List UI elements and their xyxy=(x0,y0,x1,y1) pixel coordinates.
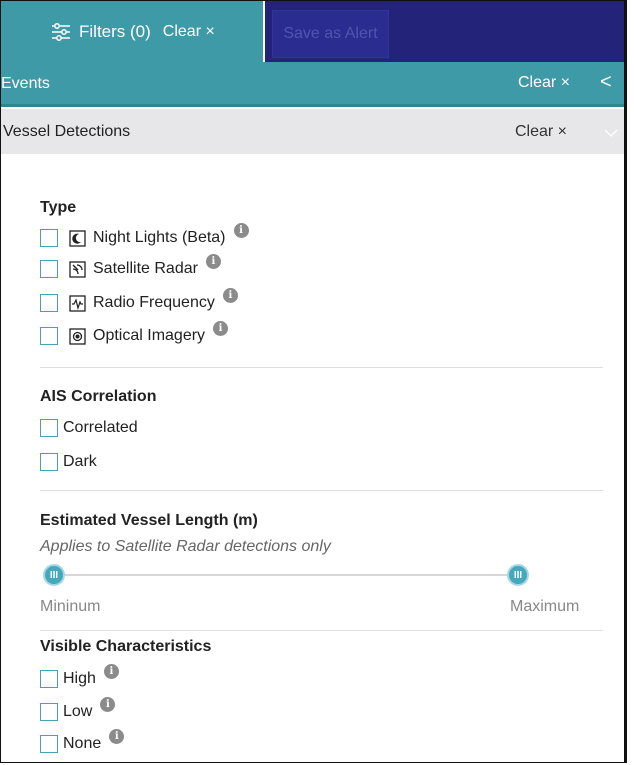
events-label: Events xyxy=(1,75,50,92)
ais-section-title: AIS Correlation xyxy=(40,388,157,405)
info-icon[interactable]: i xyxy=(233,222,249,238)
dark-checkbox[interactable] xyxy=(40,453,58,471)
night-lights-icon xyxy=(69,229,86,247)
vessel-clear-button[interactable]: Clear × xyxy=(515,123,567,141)
satellite-radar-label: Satellite Radar xyxy=(93,260,198,277)
vessel-detections-header[interactable]: Vessel Detections Clear × xyxy=(1,109,624,154)
filters-label: Filters (0) xyxy=(79,21,151,41)
events-clear-button[interactable]: Clear × xyxy=(518,74,570,92)
info-icon[interactable]: i xyxy=(109,728,125,744)
length-max-label: Maximum xyxy=(510,598,580,615)
ais-option-dark[interactable]: Dark xyxy=(40,453,97,471)
visible-option-low[interactable]: Low i xyxy=(40,696,116,721)
satellite-radar-icon xyxy=(69,260,86,278)
none-checkbox[interactable] xyxy=(40,735,58,753)
ais-option-correlated[interactable]: Correlated xyxy=(40,419,138,437)
night-lights-checkbox[interactable] xyxy=(40,229,58,247)
length-min-label: Mininum xyxy=(40,598,101,615)
info-icon[interactable]: i xyxy=(213,320,229,336)
optical-imagery-label: Optical Imagery xyxy=(93,327,206,344)
chevron-down-icon[interactable] xyxy=(602,123,620,141)
type-option-satellite-radar[interactable]: Satellite Radar i xyxy=(40,253,221,278)
info-icon[interactable]: i xyxy=(222,287,238,303)
info-icon[interactable]: i xyxy=(100,696,116,712)
visible-option-none[interactable]: None i xyxy=(40,728,125,753)
satellite-radar-checkbox[interactable] xyxy=(40,260,58,278)
divider xyxy=(40,490,603,491)
top-toolbar: Filters (0) Clear × Save as Alert xyxy=(1,1,624,62)
divider xyxy=(40,367,603,368)
low-label: Low xyxy=(63,703,93,720)
divider xyxy=(40,630,603,631)
clear-all-button[interactable]: Clear × xyxy=(163,23,215,41)
high-label: High xyxy=(63,670,96,687)
filters-tab[interactable]: Filters (0) Clear × xyxy=(1,1,265,62)
save-as-alert-button[interactable]: Save as Alert xyxy=(272,10,389,58)
optical-imagery-checkbox[interactable] xyxy=(40,327,58,345)
optical-imagery-icon xyxy=(69,327,86,345)
low-checkbox[interactable] xyxy=(40,703,58,721)
type-option-night-lights[interactable]: Night Lights (Beta) i xyxy=(40,222,249,247)
correlated-checkbox[interactable] xyxy=(40,419,58,437)
length-slider-track[interactable] xyxy=(51,574,517,576)
vessel-detections-label: Vessel Detections xyxy=(3,123,131,140)
length-section-subtitle: Applies to Satellite Radar detections on… xyxy=(40,538,331,555)
filter-panel: Filters (0) Clear × Save as Alert Events… xyxy=(0,0,627,763)
length-section-title: Estimated Vessel Length (m) xyxy=(40,512,258,529)
none-label: None xyxy=(63,735,102,752)
visible-option-high[interactable]: High i xyxy=(40,663,119,688)
length-max-handle[interactable]: III xyxy=(507,564,529,586)
events-header[interactable]: Events Clear × < xyxy=(1,62,624,107)
radio-frequency-checkbox[interactable] xyxy=(40,294,58,312)
info-icon[interactable]: i xyxy=(205,253,221,269)
visible-section-title: Visible Characteristics xyxy=(40,638,212,655)
length-min-handle[interactable]: III xyxy=(43,564,65,586)
type-section-title: Type xyxy=(40,199,77,216)
high-checkbox[interactable] xyxy=(40,670,58,688)
dark-label: Dark xyxy=(63,453,97,470)
type-option-radio-frequency[interactable]: Radio Frequency i xyxy=(40,287,238,312)
night-lights-label: Night Lights (Beta) xyxy=(93,229,226,246)
info-icon[interactable]: i xyxy=(103,663,119,679)
type-option-optical-imagery[interactable]: Optical Imagery i xyxy=(40,320,229,345)
correlated-label: Correlated xyxy=(63,419,138,436)
sliders-icon xyxy=(52,22,70,41)
radio-frequency-icon xyxy=(69,294,86,312)
radio-frequency-label: Radio Frequency xyxy=(93,294,215,311)
chevron-left-icon[interactable]: < xyxy=(600,71,612,94)
